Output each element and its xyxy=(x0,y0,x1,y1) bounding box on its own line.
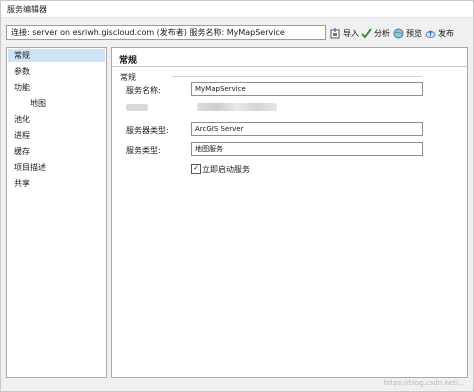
watermark: https://blog.csdn.net/... xyxy=(383,379,465,387)
start-service-checkbox[interactable]: ✓ xyxy=(191,164,201,174)
sidebar-item-item-description[interactable]: 项目描述 xyxy=(8,161,105,174)
preview-button[interactable]: 预览 xyxy=(393,26,422,40)
checkmark-icon xyxy=(361,27,372,39)
sidebar-item-capabilities[interactable]: 功能 xyxy=(8,81,105,94)
sidebar-item-caching[interactable]: 缓存 xyxy=(8,145,105,158)
window-title: 服务编辑器 xyxy=(7,5,47,14)
publish-button[interactable]: 发布 xyxy=(425,26,454,40)
connection-info-bar: 连接: server on esriwh.giscloud.com (发布者) … xyxy=(6,25,326,40)
general-settings-panel: 常规 常规 服务名称: MyMapService 服务器类型: ArcGIS S… xyxy=(111,47,468,378)
server-type-label: 服务器类型: xyxy=(126,126,169,135)
sidebar-item-processes[interactable]: 进程 xyxy=(8,129,105,142)
service-editor-window: 服务编辑器 连接: server on esriwh.giscloud.com … xyxy=(0,0,474,392)
publish-label: 发布 xyxy=(438,28,454,38)
import-icon xyxy=(330,27,341,39)
import-label: 导入 xyxy=(343,28,359,38)
sidebar-item-general[interactable]: 常规 xyxy=(8,49,105,62)
sidebar-item-parameters[interactable]: 参数 xyxy=(8,65,105,78)
service-name-field[interactable]: MyMapService xyxy=(191,82,423,96)
service-type-label: 服务类型: xyxy=(126,146,161,155)
title-divider xyxy=(112,66,467,67)
start-service-label[interactable]: 立即启动服务 xyxy=(202,164,250,175)
service-name-label: 服务名称: xyxy=(126,86,161,95)
sidebar-item-sharing[interactable]: 共享 xyxy=(8,177,105,190)
import-button[interactable]: 导入 xyxy=(330,26,359,40)
preview-globe-icon xyxy=(393,28,404,39)
service-type-field: 地图服务 xyxy=(191,142,423,156)
preview-label: 预览 xyxy=(406,28,422,38)
category-sidebar: 常规 参数 功能 地图 池化 进程 缓存 项目描述 共享 xyxy=(6,47,107,378)
title-bar: 服务编辑器 xyxy=(1,1,473,18)
panel-title: 常规 xyxy=(119,56,138,66)
analyze-button[interactable]: 分析 xyxy=(361,26,390,40)
group-label: 常规 xyxy=(120,73,136,82)
sidebar-item-map[interactable]: 地图 xyxy=(8,97,105,110)
sidebar-item-pooling[interactable]: 池化 xyxy=(8,113,105,126)
redacted-label xyxy=(126,104,148,111)
server-type-field: ArcGIS Server xyxy=(191,122,423,136)
redacted-value xyxy=(197,103,277,111)
publish-cloud-icon xyxy=(425,28,436,39)
analyze-label: 分析 xyxy=(374,28,390,38)
group-divider xyxy=(172,76,422,77)
